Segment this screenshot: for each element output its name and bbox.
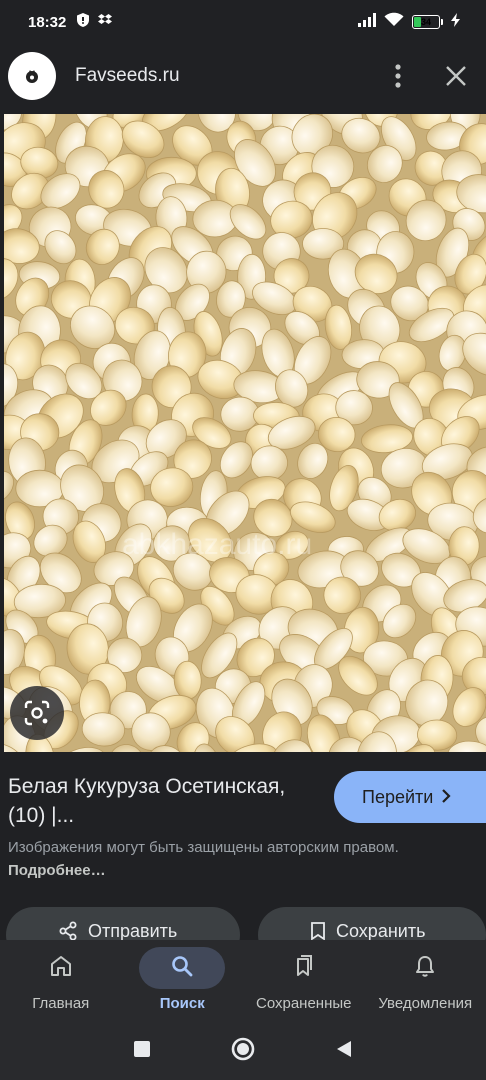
collections-icon — [292, 954, 316, 983]
battery-icon: 34 — [412, 15, 443, 29]
status-time: 18:32 — [28, 13, 67, 31]
nav-label-saved: Сохраненные — [255, 995, 352, 1012]
google-lens-icon — [24, 700, 50, 726]
home-circle-icon[interactable] — [231, 1037, 255, 1066]
share-label: Отправить — [88, 921, 178, 941]
nav-item-search[interactable]: Поиск — [122, 940, 244, 1022]
corn-kernels-image: abkhazauto.ru — [4, 114, 486, 752]
system-navigation-bar — [0, 1022, 486, 1080]
more-vert-icon[interactable] — [384, 62, 412, 90]
close-icon[interactable] — [442, 62, 470, 90]
learn-more-link[interactable]: Подробнее… — [8, 862, 106, 879]
bookmark-icon — [310, 921, 326, 942]
nav-item-saved[interactable]: Сохраненные — [243, 940, 365, 1022]
wifi-icon — [384, 12, 404, 32]
copyright-notice: Изображения могут быть защищены авторски… — [8, 836, 438, 882]
result-info: Белая Кукуруза Осетинская, (10) |... Пер… — [0, 752, 486, 942]
battery-level: 34 — [420, 17, 431, 27]
back-icon[interactable] — [335, 1039, 353, 1064]
site-title[interactable]: Favseeds.ru — [75, 65, 180, 87]
nav-item-notifications[interactable]: Уведомления — [365, 940, 486, 1022]
google-lens-button[interactable] — [10, 686, 64, 740]
recents-icon[interactable] — [133, 1040, 151, 1063]
status-bar: 18:32 34 — [0, 0, 486, 44]
home-icon — [49, 954, 73, 983]
nav-label-home: Главная — [32, 995, 90, 1012]
share-button[interactable]: Отправить — [6, 907, 240, 942]
result-image[interactable]: abkhazauto.ru — [4, 114, 486, 752]
nav-item-home[interactable]: Главная — [0, 940, 122, 1022]
action-row: Отправить Сохранить — [0, 907, 486, 942]
site-logo[interactable] — [8, 52, 56, 100]
battery-fill — [414, 17, 421, 27]
result-title[interactable]: Белая Кукуруза Осетинская, (10) |... — [8, 772, 318, 830]
save-label: Сохранить — [336, 921, 426, 941]
visit-label: Перейти — [362, 786, 434, 807]
site-header: Favseeds.ru — [0, 44, 486, 108]
nav-label-search: Поиск — [159, 995, 205, 1012]
search-icon — [170, 954, 194, 983]
bell-icon — [413, 954, 437, 983]
watermark: abkhazauto.ru — [122, 528, 312, 561]
charging-icon — [451, 12, 460, 32]
chevron-right-icon — [441, 787, 451, 808]
signal-icon — [358, 12, 376, 32]
share-icon — [58, 921, 78, 942]
shield-icon — [76, 12, 90, 33]
copyright-text: Изображения могут быть защищены авторски… — [8, 839, 399, 856]
save-button[interactable]: Сохранить — [258, 907, 486, 942]
bottom-nav: Главная Поиск Сохраненные Уведомления — [0, 940, 486, 1022]
nav-label-notifications: Уведомления — [378, 995, 473, 1012]
dropbox-icon — [98, 13, 113, 32]
visit-button[interactable]: Перейти — [334, 771, 486, 823]
